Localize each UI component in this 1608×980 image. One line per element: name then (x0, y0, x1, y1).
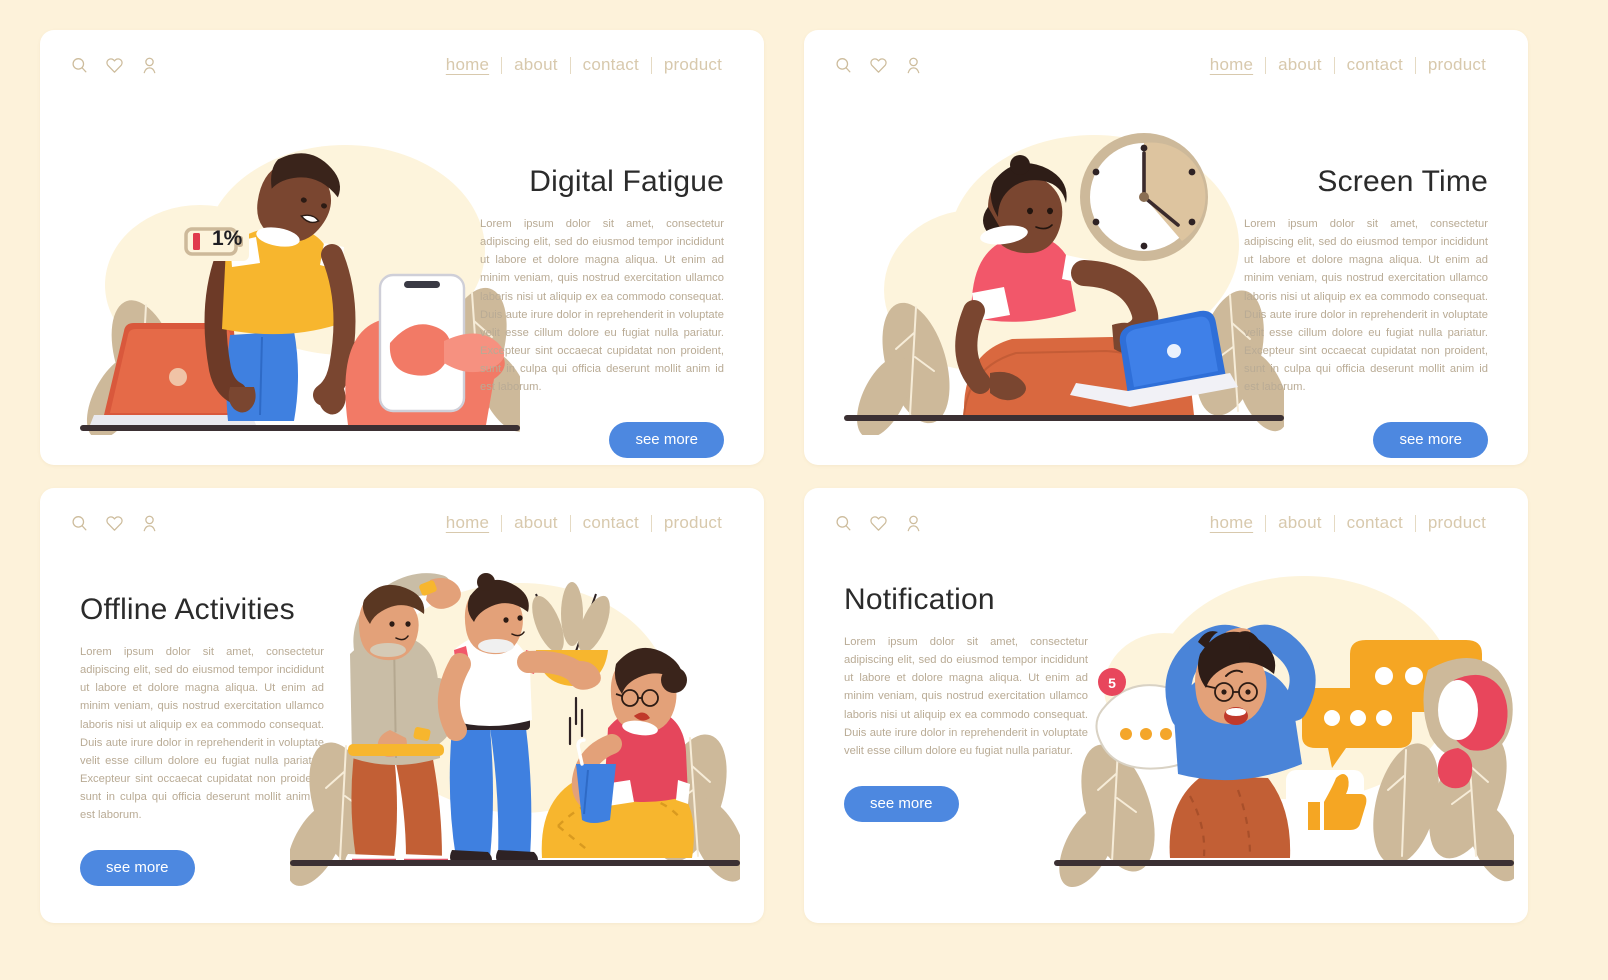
user-icon[interactable] (140, 514, 159, 533)
body-text: Lorem ipsum dolor sit amet, consectetur … (844, 636, 1088, 757)
search-icon[interactable] (834, 514, 853, 533)
illustration-woman-laptop-clock (844, 115, 1284, 435)
body-text: Lorem ipsum dolor sit amet, consectetur … (1244, 218, 1488, 394)
page-title: Screen Time (1317, 165, 1488, 198)
notification-count-badge: 5 (1108, 675, 1116, 691)
panel-notification: home about contact product Notification … (804, 488, 1528, 923)
page-title: Notification (844, 583, 995, 616)
nav-link-about[interactable]: about (502, 55, 570, 75)
nav-link-contact[interactable]: contact (571, 55, 651, 75)
nav-link-product[interactable]: product (1416, 55, 1498, 75)
nav-link-home[interactable]: home (1198, 55, 1265, 75)
user-icon[interactable] (904, 514, 923, 533)
see-more-button[interactable]: see more (1373, 422, 1488, 459)
illustration-tired-man (80, 125, 520, 435)
nav-link-contact[interactable]: contact (571, 513, 651, 533)
heart-icon[interactable] (869, 56, 888, 75)
panel-offline-activities: home about contact product Offline Activ… (40, 488, 764, 923)
battery-percent-label: 1% (212, 227, 243, 250)
panel-digital-fatigue: home about contact product 1% Digital Fa… (40, 30, 764, 465)
landing-page-set: home about contact product 1% Digital Fa… (0, 0, 1608, 980)
navbar-icons (834, 514, 923, 533)
navbar-links: home about contact product (434, 513, 734, 533)
body-text: Lorem ipsum dolor sit amet, consectetur … (480, 218, 724, 394)
body-text: Lorem ipsum dolor sit amet, consectetur … (80, 646, 324, 822)
nav-link-product[interactable]: product (652, 55, 734, 75)
heart-icon[interactable] (105, 514, 124, 533)
nav-link-home[interactable]: home (1198, 513, 1265, 533)
search-icon[interactable] (834, 56, 853, 75)
navbar-icons (834, 56, 923, 75)
heart-icon[interactable] (869, 514, 888, 533)
search-icon[interactable] (70, 514, 89, 533)
panel-content-screen-time: Screen Time Lorem ipsum dolor sit amet, … (1244, 165, 1488, 459)
see-more-button[interactable]: see more (80, 850, 195, 887)
nav-link-product[interactable]: product (1416, 513, 1498, 533)
navbar-links: home about contact product (1198, 55, 1498, 75)
illustration-stressed-woman: 5 (1054, 558, 1514, 888)
navbar: home about contact product (804, 488, 1528, 558)
navbar-links: home about contact product (1198, 513, 1498, 533)
illustration-offline-group (290, 558, 740, 888)
nav-link-home[interactable]: home (434, 55, 501, 75)
user-icon[interactable] (140, 56, 159, 75)
panel-content-digital-fatigue: Digital Fatigue Lorem ipsum dolor sit am… (480, 165, 724, 459)
nav-link-about[interactable]: about (1266, 55, 1334, 75)
panel-content-offline-activities: Offline Activities Lorem ipsum dolor sit… (80, 593, 324, 887)
panel-content-notification: Notification Lorem ipsum dolor sit amet,… (844, 583, 1088, 822)
page-title: Digital Fatigue (529, 165, 724, 198)
see-more-button[interactable]: see more (609, 422, 724, 459)
navbar: home about contact product (804, 30, 1528, 100)
navbar: home about contact product (40, 30, 764, 100)
navbar-icons (70, 56, 159, 75)
search-icon[interactable] (70, 56, 89, 75)
nav-link-about[interactable]: about (502, 513, 570, 533)
user-icon[interactable] (904, 56, 923, 75)
nav-link-contact[interactable]: contact (1335, 55, 1415, 75)
navbar-icons (70, 514, 159, 533)
nav-link-contact[interactable]: contact (1335, 513, 1415, 533)
battery-badge: 1% (178, 220, 250, 267)
nav-link-about[interactable]: about (1266, 513, 1334, 533)
heart-icon[interactable] (105, 56, 124, 75)
nav-link-home[interactable]: home (434, 513, 501, 533)
page-title: Offline Activities (80, 593, 295, 626)
see-more-button[interactable]: see more (844, 785, 959, 822)
panel-screen-time: home about contact product Screen Time L… (804, 30, 1528, 465)
navbar-links: home about contact product (434, 55, 734, 75)
navbar: home about contact product (40, 488, 764, 558)
nav-link-product[interactable]: product (652, 513, 734, 533)
